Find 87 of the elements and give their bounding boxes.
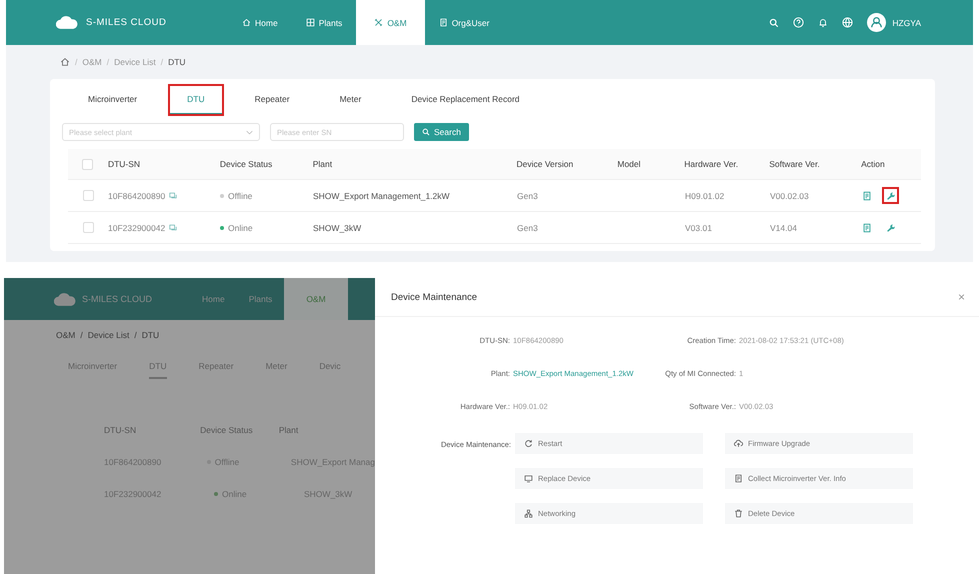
nav-tab[interactable]: Plants — [236, 278, 284, 320]
chevron-down-icon — [246, 130, 253, 135]
device-tab[interactable]: Meter — [266, 355, 288, 379]
column-header: Software Ver. — [769, 159, 821, 169]
cloud-logo-icon — [54, 292, 76, 306]
breadcrumb-separator: / — [134, 330, 137, 340]
details-icon[interactable] — [862, 222, 872, 232]
help-icon[interactable] — [793, 17, 804, 28]
nav-tab[interactable]: Home — [190, 278, 237, 320]
refresh-icon — [524, 439, 533, 448]
trash-icon — [734, 509, 743, 518]
copy-icon[interactable] — [169, 192, 178, 199]
close-button[interactable]: × — [958, 290, 965, 304]
row-checkbox[interactable] — [82, 190, 94, 201]
device-tab[interactable]: Devic — [319, 355, 341, 379]
bell-icon[interactable] — [818, 17, 828, 28]
search-button[interactable]: Search — [414, 123, 469, 141]
details-icon[interactable] — [862, 190, 872, 200]
search-icon[interactable] — [769, 18, 780, 28]
nav-tab[interactable]: Org&User — [424, 0, 504, 45]
search-icon — [422, 128, 430, 136]
nav-tab[interactable]: O&M — [284, 278, 348, 320]
column-header: Plant — [312, 159, 334, 169]
nav-tab[interactable]: Home — [228, 0, 292, 45]
device-tab[interactable]: Microinverter — [68, 355, 118, 379]
breadcrumb-item[interactable]: O&M — [56, 330, 76, 340]
breadcrumb-item[interactable]: O&M — [82, 57, 102, 67]
wrench-button[interactable] — [882, 187, 899, 204]
breadcrumb-item[interactable]: Device List — [114, 57, 156, 67]
device-tab[interactable]: DTU — [149, 355, 167, 379]
table-cell: V00.02.03 — [770, 190, 809, 200]
column-header: Model — [617, 159, 642, 169]
breadcrumb-separator: / — [160, 57, 164, 67]
column-header: Hardware Ver. — [684, 159, 740, 169]
table-cell: V03.01 — [685, 222, 712, 232]
cloud-upload-icon — [734, 439, 743, 448]
document-icon — [734, 474, 743, 483]
table-cell: SHOW_3kW — [313, 222, 362, 232]
monitor-icon — [524, 474, 533, 483]
device-tab[interactable]: Device Replacement Record — [393, 85, 538, 115]
device-tab[interactable]: Meter — [322, 85, 380, 115]
app-logo: S-MILES CLOUD — [82, 294, 154, 304]
drawer-title: Device Maintenance — [391, 292, 478, 302]
home-icon[interactable] — [60, 57, 70, 67]
table-cell: Online — [228, 222, 253, 232]
breadcrumb-item[interactable]: DTU — [142, 330, 160, 340]
column-header: Device Status — [220, 159, 274, 169]
column-header: Plant — [278, 425, 300, 435]
table-cell: H09.01.02 — [685, 190, 724, 200]
wrench-icon — [886, 191, 895, 200]
table-cell: V14.04 — [770, 222, 797, 232]
breadcrumb-separator: / — [75, 57, 78, 67]
device-tab[interactable]: Repeater — [198, 355, 234, 379]
row-checkbox[interactable] — [82, 222, 94, 233]
nav-tab[interactable]: O&M — [356, 0, 425, 45]
nav-icon — [374, 18, 384, 27]
table-cell: 10F232900042 — [108, 222, 166, 232]
breadcrumb-separator: / — [80, 330, 83, 340]
app-logo: S-MILES CLOUD — [86, 17, 168, 28]
column-header: Device Version — [516, 159, 574, 169]
device-tab[interactable]: Microinverter — [70, 85, 156, 115]
globe-icon[interactable] — [842, 17, 854, 28]
network-icon — [524, 509, 533, 518]
select-all-checkbox[interactable] — [82, 158, 94, 170]
device-tab[interactable]: Repeater — [236, 85, 308, 115]
user-name[interactable]: HZGYA — [892, 18, 921, 28]
breadcrumb-item[interactable]: Device List — [88, 330, 130, 340]
breadcrumb-separator: / — [106, 57, 110, 67]
nav-icon — [306, 18, 315, 27]
nav-tab[interactable]: Plants — [292, 0, 356, 45]
nav-icon — [438, 18, 448, 27]
table-cell: 10F864200890 — [108, 190, 166, 200]
table-cell: Gen3 — [517, 190, 538, 200]
column-header: Device Status — [200, 425, 254, 435]
device-tab[interactable]: DTU — [169, 85, 223, 115]
wrench-icon — [886, 223, 895, 232]
table-cell: SHOW_Export Management_1.2kW — [313, 190, 450, 200]
breadcrumb-item[interactable]: DTU — [168, 57, 186, 67]
avatar-icon[interactable] — [867, 13, 886, 32]
column-header: Action — [861, 159, 886, 169]
cloud-logo-icon — [56, 16, 78, 29]
copy-icon[interactable] — [169, 224, 178, 231]
column-header: DTU-SN — [108, 159, 142, 169]
column-header: DTU-SN — [104, 425, 138, 435]
table-cell: Gen3 — [517, 222, 538, 232]
table-cell: Offline — [228, 190, 252, 200]
nav-icon — [242, 18, 251, 27]
